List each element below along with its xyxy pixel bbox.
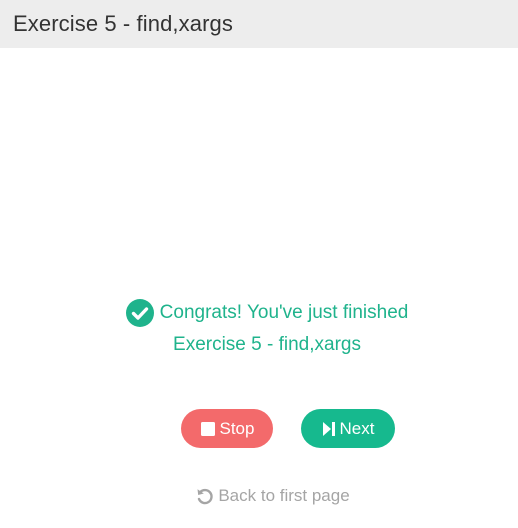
stop-button-label: Stop [219, 418, 255, 438]
completion-exercise-name: Exercise 5 - find,xargs [173, 334, 361, 355]
stop-button[interactable]: Stop [181, 409, 273, 448]
completion-message: Congrats! You've just finished Exercise … [0, 298, 518, 360]
next-button-label: Next [339, 418, 375, 438]
page-title: Exercise 5 - find,xargs [13, 11, 233, 36]
check-circle-icon [125, 299, 154, 327]
completion-message-line1: Congrats! You've just finished [0, 298, 518, 328]
page: Exercise 5 - find,xargs Congrats! You've… [0, 0, 518, 528]
back-link-label: Back to first page [218, 486, 350, 505]
back-to-first-page-link[interactable]: Back to first page [0, 486, 518, 506]
undo-icon [196, 487, 214, 505]
header-bar: Exercise 5 - find,xargs [0, 0, 518, 48]
completion-message-text: Congrats! You've just finished [159, 302, 409, 323]
stop-icon [200, 421, 216, 437]
skip-forward-icon [322, 421, 336, 437]
action-buttons: Stop Next [0, 409, 518, 448]
next-button[interactable]: Next [301, 409, 395, 448]
